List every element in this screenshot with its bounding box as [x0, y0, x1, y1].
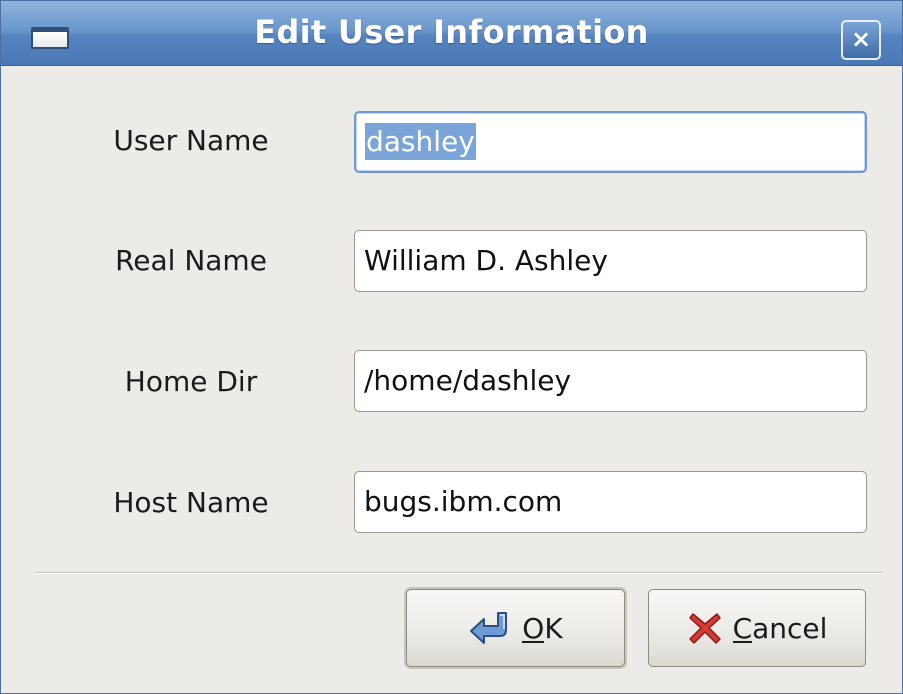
user-name-label: User Name: [113, 124, 269, 157]
user-name-value: dashley: [365, 123, 476, 160]
real-name-field[interactable]: William D. Ashley: [354, 230, 867, 292]
enter-arrow-icon: [468, 610, 512, 646]
ok-label: OK: [522, 611, 563, 645]
red-x-icon: [687, 610, 723, 646]
home-dir-field[interactable]: /home/dashley: [354, 350, 867, 412]
cancel-label: Cancel: [732, 611, 828, 645]
home-dir-label: Home Dir: [124, 365, 258, 398]
real-name-label: Real Name: [115, 244, 267, 277]
user-name-field[interactable]: dashley: [354, 111, 867, 173]
cancel-button[interactable]: Cancel: [648, 589, 866, 667]
edit-user-dialog: Edit User Information × User Name dashle…: [0, 0, 903, 694]
close-button[interactable]: ×: [841, 20, 881, 60]
button-separator: [35, 572, 883, 574]
host-name-label: Host Name: [113, 486, 269, 519]
ok-button[interactable]: OK: [406, 589, 625, 667]
titlebar[interactable]: Edit User Information ×: [1, 1, 902, 66]
host-name-field[interactable]: bugs.ibm.com: [354, 471, 867, 533]
window-title: Edit User Information: [254, 13, 649, 51]
